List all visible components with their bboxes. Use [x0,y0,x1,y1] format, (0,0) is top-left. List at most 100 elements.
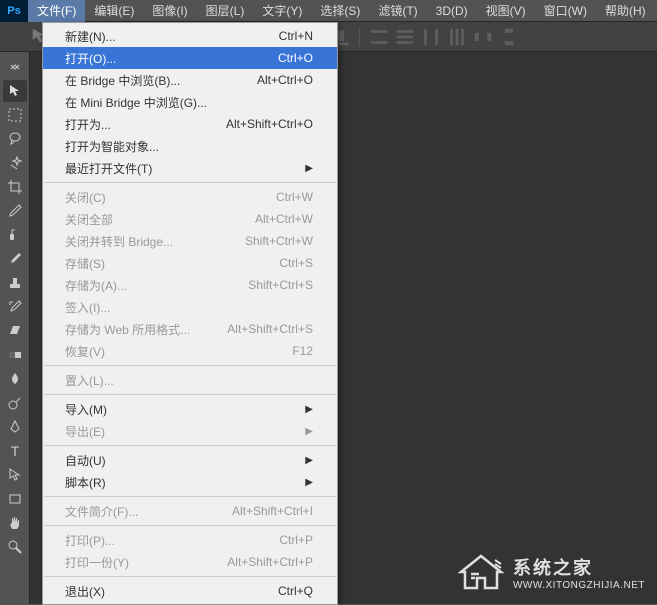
menu-separator [44,576,336,577]
watermark-url: WWW.XITONGZHIJIA.NET [513,580,645,591]
menu-item-label: 打开(O)... [65,50,116,67]
type-tool[interactable]: T [3,440,27,462]
menu-item: 关闭并转到 Bridge... Shift+Ctrl+W [43,230,337,252]
submenu-arrow-icon: ▶ [305,455,313,466]
menu-item[interactable]: 打开为...Alt+Shift+Ctrl+O [43,113,337,135]
marquee-tool[interactable] [3,104,27,126]
menu-item[interactable]: 脚本(R)▶ [43,471,337,493]
pen-tool[interactable] [3,416,27,438]
menu-视图[interactable]: 视图(V) [477,0,535,22]
file-menu-dropdown: 新建(N)...Ctrl+N 打开(O)... Ctrl+O 在 Bridge 中浏览… [42,22,338,605]
menu-滤镜[interactable]: 滤镜(T) [369,0,426,22]
distribute-icon [446,27,468,47]
submenu-arrow-icon: ▶ [305,426,313,437]
menu-图像[interactable]: 图像(I) [143,0,196,22]
menu-item-label: 导出(E) [65,423,105,440]
menu-item: 打印一份(Y) Alt+Shift+Ctrl+P [43,551,337,573]
menu-文件[interactable]: 文件(F) [28,0,85,22]
menu-窗口[interactable]: 窗口(W) [535,0,596,22]
menu-item[interactable]: 自动(U) ▶ [43,449,337,471]
menu-item[interactable]: 导入(M) ▶ [43,398,337,420]
menu-item-shortcut: Shift+Ctrl+W [245,234,313,248]
menu-item-label: 存储为 Web 所用格式... [65,321,190,338]
menu-bar: Ps 文件(F)编辑(E)图像(I)图层(L)文字(Y)选择(S)滤镜(T)3D… [0,0,657,22]
history-brush-tool[interactable] [3,296,27,318]
menu-item[interactable]: 新建(N)...Ctrl+N [43,25,337,47]
menu-separator [44,496,336,497]
path-selection-tool[interactable] [3,464,27,486]
eraser-tool[interactable] [3,320,27,342]
zoom-tool[interactable] [3,536,27,558]
menu-item: 存储为 Web 所用格式... Alt+Shift+Ctrl+S [43,318,337,340]
menu-item-shortcut: Ctrl+S [279,256,313,270]
menu-item-label: 自动(U) [65,452,106,469]
menu-item-label: 在 Mini Bridge 中浏览(G)... [65,94,207,111]
menu-编辑[interactable]: 编辑(E) [85,0,143,22]
menu-3d[interactable]: 3D(D) [427,0,477,22]
menu-item-label: 打开为智能对象... [65,138,159,155]
menu-item-label: 在 Bridge 中浏览(B)... [65,72,180,89]
menu-item: 文件简介(F)...Alt+Shift+Ctrl+I [43,500,337,522]
ps-logo: Ps [0,0,28,22]
submenu-arrow-icon: ▶ [305,477,313,488]
menu-item-shortcut: Alt+Ctrl+W [255,212,313,226]
watermark: 系统之家 WWW.XITONGZHIJIA.NET [457,552,645,592]
menu-item-label: 置入(L)... [65,372,114,389]
menu-item[interactable]: 打开为智能对象... [43,135,337,157]
menu-item-shortcut: Alt+Shift+Ctrl+I [232,504,313,518]
menu-item: 存储(S)Ctrl+S [43,252,337,274]
menu-item: 导出(E) ▶ [43,420,337,442]
menu-item: 关闭全部Alt+Ctrl+W [43,208,337,230]
menu-item-shortcut: Ctrl+N [279,29,313,43]
panel-toggle-icon[interactable] [3,56,27,78]
menu-选择[interactable]: 选择(S) [311,0,369,22]
menu-item[interactable]: 打开(O)... Ctrl+O [43,47,337,69]
menu-item-label: 关闭并转到 Bridge... [65,233,173,250]
watermark-title: 系统之家 [513,554,645,580]
submenu-arrow-icon: ▶ [305,163,313,174]
menu-item[interactable]: 在 Mini Bridge 中浏览(G)... [43,91,337,113]
menu-item-shortcut: Alt+Shift+Ctrl+P [227,555,313,569]
rectangle-tool[interactable] [3,488,27,510]
menu-separator [44,445,336,446]
menu-item-shortcut: Ctrl+O [278,51,313,65]
move-tool[interactable] [3,80,27,102]
distribute-icon [472,27,494,47]
submenu-arrow-icon: ▶ [305,404,313,415]
menu-item-shortcut: Ctrl+W [276,190,313,204]
menu-item: 打印(P)...Ctrl+P [43,529,337,551]
lasso-tool[interactable] [3,128,27,150]
menu-item[interactable]: 在 Bridge 中浏览(B)... Alt+Ctrl+O [43,69,337,91]
crop-tool[interactable] [3,176,27,198]
menu-item: 置入(L)... [43,369,337,391]
clone-stamp-tool[interactable] [3,272,27,294]
menu-item-shortcut: Ctrl+Q [278,584,313,598]
magic-wand-tool[interactable] [3,152,27,174]
menu-item-shortcut: Alt+Shift+Ctrl+S [227,322,313,336]
menu-帮助[interactable]: 帮助(H) [596,0,655,22]
eyedropper-tool[interactable] [3,200,27,222]
distribute-icon [420,27,442,47]
menu-文字[interactable]: 文字(Y) [253,0,311,22]
dodge-tool[interactable] [3,392,27,414]
healing-brush-tool[interactable] [3,224,27,246]
menu-separator [44,182,336,183]
brush-tool[interactable] [3,248,27,270]
blur-tool[interactable] [3,368,27,390]
menu-图层[interactable]: 图层(L) [197,0,254,22]
menu-separator [44,394,336,395]
menu-item-label: 退出(X) [65,583,105,600]
menu-item-label: 导入(M) [65,401,107,418]
menu-separator [44,365,336,366]
menu-item-shortcut: Alt+Ctrl+O [257,73,313,87]
menu-separator [44,525,336,526]
menu-item[interactable]: 最近打开文件(T) ▶ [43,157,337,179]
hand-tool[interactable] [3,512,27,534]
menu-item-label: 打印一份(Y) [65,554,129,571]
tool-palette: T [0,52,30,604]
menu-item: 关闭(C)Ctrl+W [43,186,337,208]
menu-item-label: 最近打开文件(T) [65,160,152,177]
gradient-tool[interactable] [3,344,27,366]
menu-item[interactable]: 退出(X) Ctrl+Q [43,580,337,602]
menu-item-label: 签入(I)... [65,299,110,316]
